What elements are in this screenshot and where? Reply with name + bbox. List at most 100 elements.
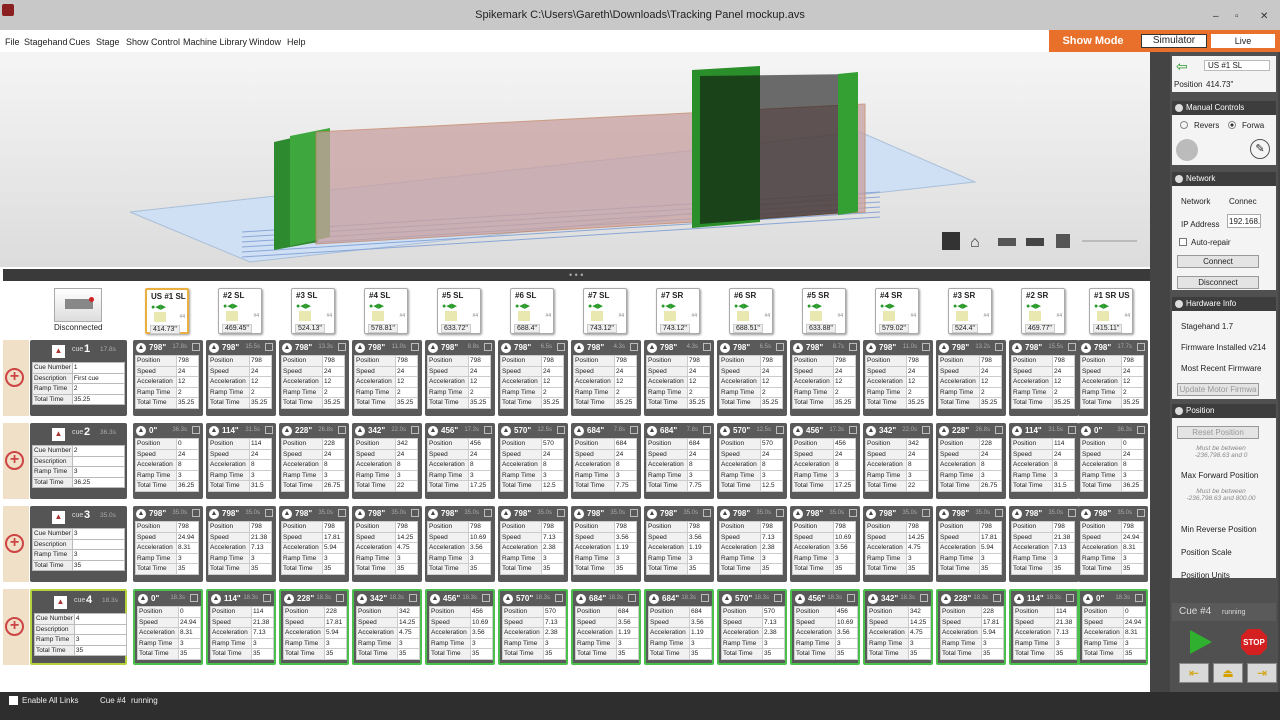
cue-axis-cell[interactable]: ▲ 798" 17.8s Position 798 Speed 24 Acceleration… (133, 340, 203, 416)
cell-collapse-icon[interactable]: ▲ (501, 343, 511, 353)
cell-link-checkbox[interactable] (192, 426, 200, 434)
ramp-time-field[interactable]: 3 (835, 637, 858, 649)
total-time-field[interactable]: 12.5 (541, 480, 564, 492)
cell-collapse-icon[interactable]: ▲ (793, 509, 803, 519)
cue-axis-cell[interactable]: ▲ 228" 26.8s Position 228 Speed 24 Acceleration… (936, 423, 1006, 499)
total-time-field[interactable]: 35 (979, 563, 1002, 575)
axis-card[interactable]: #5 SL ●◀▶ #4 633.72" (437, 288, 481, 334)
connection-status-icon[interactable] (54, 288, 102, 322)
position-field[interactable]: 456 (470, 606, 493, 618)
acceleration-field[interactable]: 3.56 (470, 627, 493, 639)
position-field[interactable]: 798 (322, 355, 345, 367)
position-field[interactable]: 798 (906, 355, 929, 367)
position-field[interactable]: 0 (178, 606, 201, 618)
ramp-time-field[interactable]: 3 (176, 552, 199, 564)
cue-axis-cell[interactable]: ▲ 798" 13.3s Position 798 Speed 24 Acceleration… (279, 340, 349, 416)
cell-link-checkbox[interactable] (995, 343, 1003, 351)
axis-card[interactable]: US #1 SL ●◀▶ #4 414.73" (145, 288, 189, 334)
speed-field[interactable]: 24 (614, 448, 637, 460)
acceleration-field[interactable]: 12 (176, 376, 199, 388)
position-field[interactable]: 456 (468, 438, 491, 450)
cue-axis-cell[interactable]: ▲ 798" 35.0s Position 798 Speed 10.69 Accelerat… (790, 506, 860, 582)
ramp-time-field[interactable]: 2 (1121, 386, 1144, 398)
cell-collapse-icon[interactable]: ▲ (647, 509, 657, 519)
cell-link-checkbox[interactable] (776, 426, 784, 434)
cell-collapse-icon[interactable]: ▲ (1012, 343, 1022, 353)
menu-help[interactable]: Help (287, 37, 306, 47)
add-cue-icon[interactable]: + (5, 617, 24, 636)
acceleration-field[interactable]: 12 (322, 376, 345, 388)
speed-field[interactable]: 21.38 (1052, 531, 1075, 543)
position-field[interactable]: 684 (689, 606, 712, 618)
acceleration-field[interactable]: 8 (468, 459, 491, 471)
total-time-field[interactable]: 35 (687, 563, 710, 575)
ramp-time-field[interactable]: 2 (468, 386, 491, 398)
view-3d-icon[interactable] (1056, 234, 1070, 248)
cell-collapse-icon[interactable]: ▲ (866, 343, 876, 353)
ramp-time-field[interactable]: 3 (760, 552, 783, 564)
cue-axis-cell[interactable]: ▲ 114" 18.3s Position 114 Speed 21.38 Accelerat… (1009, 589, 1079, 665)
cell-link-checkbox[interactable] (849, 343, 857, 351)
acceleration-field[interactable]: 8.31 (178, 627, 201, 639)
min-reverse-position[interactable]: Min Reverse Position (1181, 525, 1257, 534)
acceleration-field[interactable]: 12 (760, 376, 783, 388)
total-time-field[interactable]: 35 (249, 563, 272, 575)
speed-field[interactable]: 24 (541, 448, 564, 460)
cue-axis-cell[interactable]: ▲ 684" 18.3s Position 684 Speed 3.56 Accelerati… (644, 589, 714, 665)
position-field[interactable]: 0 (1123, 606, 1146, 618)
speed-field[interactable]: 24.94 (176, 531, 199, 543)
cell-link-checkbox[interactable] (192, 509, 200, 517)
ramp-time-field[interactable]: 2 (176, 386, 199, 398)
speed-field[interactable]: 24.94 (1121, 531, 1144, 543)
acceleration-field[interactable]: 1.19 (614, 542, 637, 554)
cue-axis-cell[interactable]: ▲ 570" 12.5s Position 570 Speed 24 Acceleration… (498, 423, 568, 499)
position-field[interactable]: 798 (395, 355, 418, 367)
cell-link-checkbox[interactable] (703, 426, 711, 434)
total-time-field[interactable]: 36.25 (71, 476, 126, 488)
ramp-time-field[interactable]: 3 (395, 469, 418, 481)
cue-axis-cell[interactable]: ▲ 798" 35.0s Position 798 Speed 3.56 Accelerati… (571, 506, 641, 582)
ramp-time-field[interactable]: 3 (249, 469, 272, 481)
acceleration-field[interactable]: 2.38 (541, 542, 564, 554)
menu-show-control[interactable]: Show Control (126, 37, 180, 47)
speed-field[interactable]: 17.81 (324, 616, 347, 628)
speed-field[interactable]: 24 (1121, 365, 1144, 377)
cue-axis-cell[interactable]: ▲ 570" 18.3s Position 570 Speed 7.13 Accelerati… (498, 589, 568, 665)
total-time-field[interactable]: 35.25 (833, 397, 856, 409)
total-time-field[interactable]: 35 (541, 563, 564, 575)
cell-link-checkbox[interactable] (922, 343, 930, 351)
ramp-time-field[interactable]: 3 (71, 466, 126, 478)
speed-field[interactable]: 14.25 (908, 616, 931, 628)
cell-collapse-icon[interactable]: ▲ (574, 343, 584, 353)
cell-collapse-icon[interactable]: ▲ (868, 594, 878, 604)
position-field[interactable]: 798 (322, 521, 345, 533)
cue-number-field[interactable]: 2 (71, 445, 126, 457)
disconnect-button[interactable]: Disconnect (1177, 276, 1259, 289)
cue-number-field[interactable]: 1 (71, 362, 126, 374)
speed-field[interactable]: 21.38 (1054, 616, 1077, 628)
position-field[interactable]: 798 (687, 355, 710, 367)
cell-collapse-icon[interactable]: ▲ (939, 426, 949, 436)
cue-axis-cell[interactable]: ▲ 114" 18.3s Position 114 Speed 21.38 Accelerat… (206, 589, 276, 665)
cell-collapse-icon[interactable]: ▲ (1081, 426, 1091, 436)
view-top-icon[interactable] (998, 238, 1016, 246)
cell-collapse-icon[interactable]: ▲ (355, 343, 365, 353)
cell-link-checkbox[interactable] (411, 426, 419, 434)
speed-field[interactable]: 24 (833, 365, 856, 377)
cue-axis-cell[interactable]: ▲ 684" 7.8s Position 684 Speed 24 Acceleration 8… (571, 423, 641, 499)
cue-axis-cell[interactable]: ▲ 0" 18.3s Position 0 Speed 24.94 Acceleration 8… (1078, 589, 1148, 665)
speed-field[interactable]: 17.81 (981, 616, 1004, 628)
speed-field[interactable]: 24 (1052, 365, 1075, 377)
total-time-field[interactable]: 35.25 (395, 397, 418, 409)
cue-axis-cell[interactable]: ▲ 798" 35.0s Position 798 Speed 14.25 Accelerat… (863, 506, 933, 582)
cue-axis-cell[interactable]: ▲ 342" 18.3s Position 342 Speed 14.25 Accelerat… (352, 589, 422, 665)
cue-axis-cell[interactable]: ▲ 0" 36.3s Position 0 Speed 24 Acceleration 8 Ram… (1078, 423, 1148, 499)
cell-collapse-icon[interactable]: ▲ (720, 426, 730, 436)
cell-link-checkbox[interactable] (338, 509, 346, 517)
description-field[interactable] (73, 623, 128, 635)
cell-link-checkbox[interactable] (630, 509, 638, 517)
cell-collapse-icon[interactable]: ▲ (1012, 426, 1022, 436)
cell-collapse-icon[interactable]: ▲ (576, 594, 586, 604)
total-time-field[interactable]: 35 (176, 563, 199, 575)
cell-link-checkbox[interactable] (1137, 509, 1145, 517)
